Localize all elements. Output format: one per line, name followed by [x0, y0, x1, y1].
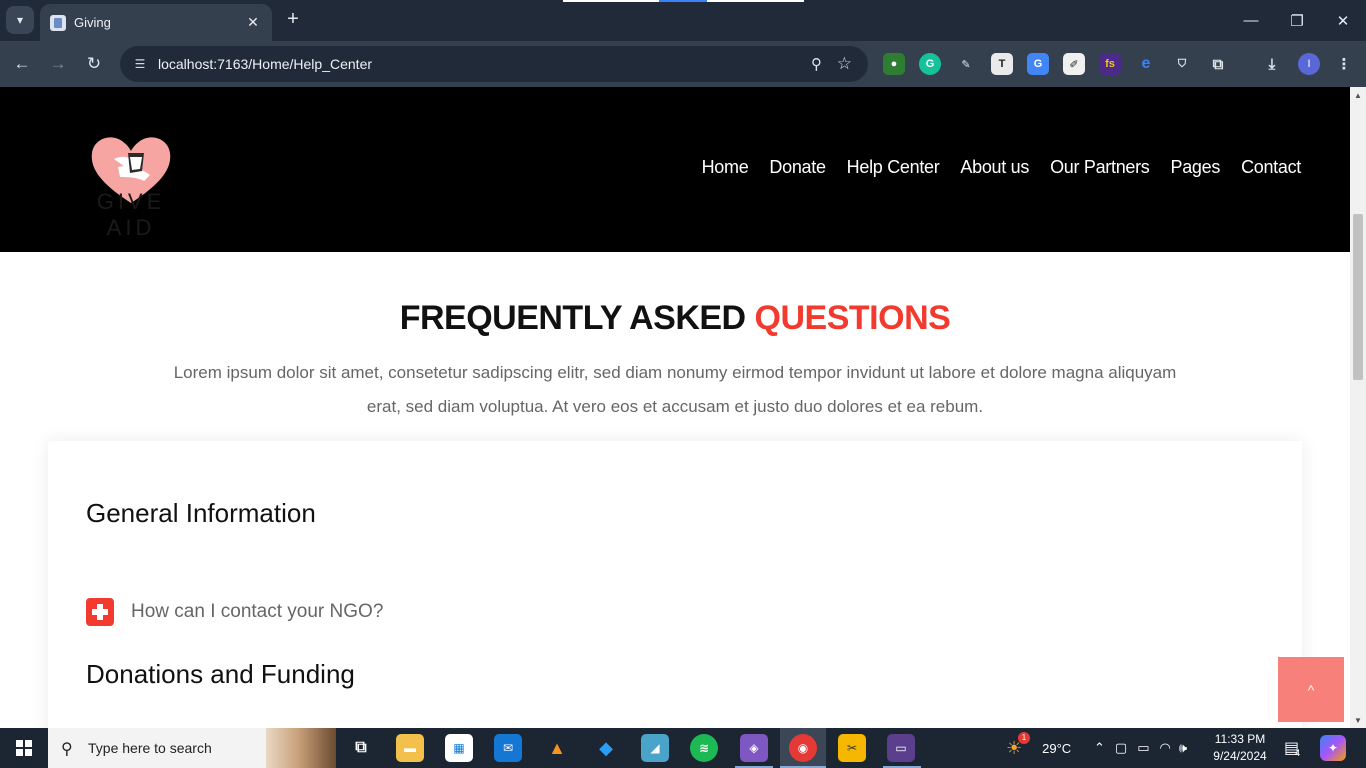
nav-our-partners[interactable]: Our Partners: [1050, 157, 1150, 178]
page-favicon-icon: [50, 14, 66, 31]
wifi-icon[interactable]: ◠: [1160, 740, 1171, 756]
site-header: GIVE AID Home Donate Help Center About u…: [0, 87, 1350, 252]
visual-studio-icon[interactable]: ◈: [740, 734, 768, 762]
battery-icon[interactable]: ▭: [1137, 740, 1149, 756]
app-tools-icon[interactable]: ✂: [838, 734, 866, 762]
app-blue-icon[interactable]: ◢: [641, 734, 669, 762]
weather-badge: 1: [1018, 731, 1030, 744]
nav-donate[interactable]: Donate: [769, 157, 826, 178]
reload-icon[interactable]: ↻: [81, 51, 107, 77]
notification-count: 4: [1295, 748, 1301, 758]
tab-strip-indicator: [707, 0, 804, 2]
nav-pages[interactable]: Pages: [1171, 157, 1221, 178]
chevron-up-icon: ^: [1307, 681, 1315, 698]
back-to-top-button[interactable]: ^: [1278, 657, 1344, 722]
windows-taskbar: ⚲ Type here to search ⧉ ▬ ▦ ✉ ▲ ◆ ◢ ≋ ◈ …: [0, 728, 1366, 768]
profile-avatar[interactable]: I: [1298, 53, 1320, 75]
category-general-information: General Information: [86, 498, 316, 528]
scrollbar-thumb[interactable]: [1353, 214, 1363, 380]
file-explorer-icon[interactable]: ▬: [396, 734, 424, 762]
faq-intro-text: Lorem ipsum dolor sit amet, consetetur s…: [173, 363, 1177, 416]
main-navigation: Home Donate Help Center About us Our Par…: [702, 157, 1302, 178]
meet-now-icon[interactable]: ▢: [1115, 740, 1127, 756]
eyedropper-icon[interactable]: ✎: [955, 53, 977, 75]
clock-date: 9/24/2024: [1213, 749, 1267, 763]
vscode-icon[interactable]: ◆: [592, 734, 620, 762]
taskbar-search-placeholder: Type here to search: [88, 740, 212, 756]
notifications-button[interactable]: ▤ 4: [1284, 728, 1300, 768]
faq-card: General Information How can I contact yo…: [48, 441, 1302, 728]
clock-time: 11:33 PM: [1214, 732, 1266, 746]
address-bar[interactable]: ☰ localhost:7163/Home/Help_Center ⚲ ☆: [120, 46, 868, 82]
copilot-icon[interactable]: ✦: [1320, 735, 1346, 761]
nav-home[interactable]: Home: [702, 157, 749, 178]
terminal-icon[interactable]: ▭: [887, 734, 915, 762]
nav-help-center[interactable]: Help Center: [847, 157, 940, 178]
weather-icon: ☀ 1: [1006, 731, 1030, 759]
scroll-up-arrow-icon[interactable]: ▲: [1350, 87, 1366, 103]
download-icon[interactable]: ⤓: [1261, 53, 1283, 75]
start-button[interactable]: [0, 728, 48, 768]
category-donations-and-funding: Donations and Funding: [86, 659, 355, 689]
search-icon: ⚲: [61, 741, 73, 758]
mail-icon[interactable]: ✉: [494, 734, 522, 762]
show-hidden-icons-icon[interactable]: ⌃: [1094, 740, 1105, 756]
plus-icon[interactable]: [86, 598, 114, 626]
volume-icon[interactable]: 🕪: [1179, 740, 1187, 756]
browser-toolbar: ← → ↻ ☰ localhost:7163/Home/Help_Center …: [0, 41, 1366, 87]
window-close-button[interactable]: ✕: [1320, 0, 1366, 41]
site-info-icon[interactable]: ☰: [132, 56, 148, 72]
extension-colorful-icon[interactable]: ●: [883, 53, 905, 75]
chrome-icon[interactable]: ◉: [789, 734, 817, 762]
tray-icons: ⌃ ▢ ▭ ◠ 🕪: [1094, 728, 1187, 768]
system-clock[interactable]: 11:33 PM 9/24/2024: [1208, 731, 1272, 765]
extension-fs-icon[interactable]: fs: [1099, 53, 1121, 75]
page-title: FREQUENTLY ASKED QUESTIONS: [0, 299, 1350, 338]
scroll-down-arrow-icon[interactable]: ▼: [1350, 712, 1366, 728]
tab-title: Giving: [74, 15, 111, 30]
translate-icon[interactable]: G: [1027, 53, 1049, 75]
tab-search-button[interactable]: ▾: [6, 6, 34, 34]
minimize-button[interactable]: —: [1228, 0, 1274, 41]
extension-e-icon[interactable]: e: [1135, 53, 1157, 75]
tab-close-icon[interactable]: ✕: [244, 14, 262, 32]
shield-icon[interactable]: ⛉: [1171, 53, 1193, 75]
grammarly-icon[interactable]: G: [919, 53, 941, 75]
page-viewport: GIVE AID Home Donate Help Center About u…: [0, 87, 1350, 728]
extension-t-icon[interactable]: T: [991, 53, 1013, 75]
weather-widget[interactable]: ☀ 1 29°C: [1006, 728, 1071, 768]
weather-temperature: 29°C: [1042, 740, 1072, 756]
logo-text: GIVE AID: [96, 189, 166, 240]
spotify-icon[interactable]: ≋: [690, 734, 718, 762]
task-view-icon[interactable]: ⧉: [347, 734, 375, 762]
tab-strip-indicator-active: [659, 0, 707, 2]
url-text: localhost:7163/Home/Help_Center: [158, 56, 373, 72]
faq-question-item[interactable]: How can I contact your NGO?: [86, 598, 383, 626]
more-menu-icon[interactable]: ⋮: [1333, 53, 1355, 75]
bookmark-star-icon[interactable]: ☆: [837, 54, 852, 74]
title-accent: QUESTIONS: [754, 299, 951, 337]
nav-contact[interactable]: Contact: [1241, 157, 1301, 178]
forward-arrow-icon[interactable]: →: [45, 51, 71, 77]
vlc-icon[interactable]: ▲: [543, 734, 571, 762]
tab-giving[interactable]: Giving ✕: [40, 4, 272, 41]
title-main: FREQUENTLY ASKED: [399, 299, 755, 337]
faq-question-text[interactable]: How can I contact your NGO?: [131, 601, 383, 623]
new-tab-button[interactable]: +: [282, 9, 304, 31]
zoom-icon[interactable]: ⚲: [811, 55, 822, 73]
taskbar-search-box[interactable]: ⚲ Type here to search: [48, 728, 336, 768]
chevron-down-icon: ▾: [16, 13, 24, 27]
tab-strip-indicator: [563, 0, 659, 2]
back-arrow-icon[interactable]: ←: [9, 51, 35, 77]
extensions-puzzle-icon[interactable]: ⧉: [1207, 53, 1229, 75]
windows-logo-icon: [16, 740, 32, 756]
maximize-button[interactable]: ❐: [1274, 0, 1320, 41]
nav-about-us[interactable]: About us: [960, 157, 1029, 178]
microsoft-store-icon[interactable]: ▦: [445, 734, 473, 762]
page-scrollbar[interactable]: ▲ ▼: [1350, 87, 1366, 728]
browser-tab-bar: ▾ Giving ✕ + — ❐ ✕: [0, 0, 1366, 41]
search-highlight-image: [266, 728, 336, 768]
extension-pen-icon[interactable]: ✐: [1063, 53, 1085, 75]
